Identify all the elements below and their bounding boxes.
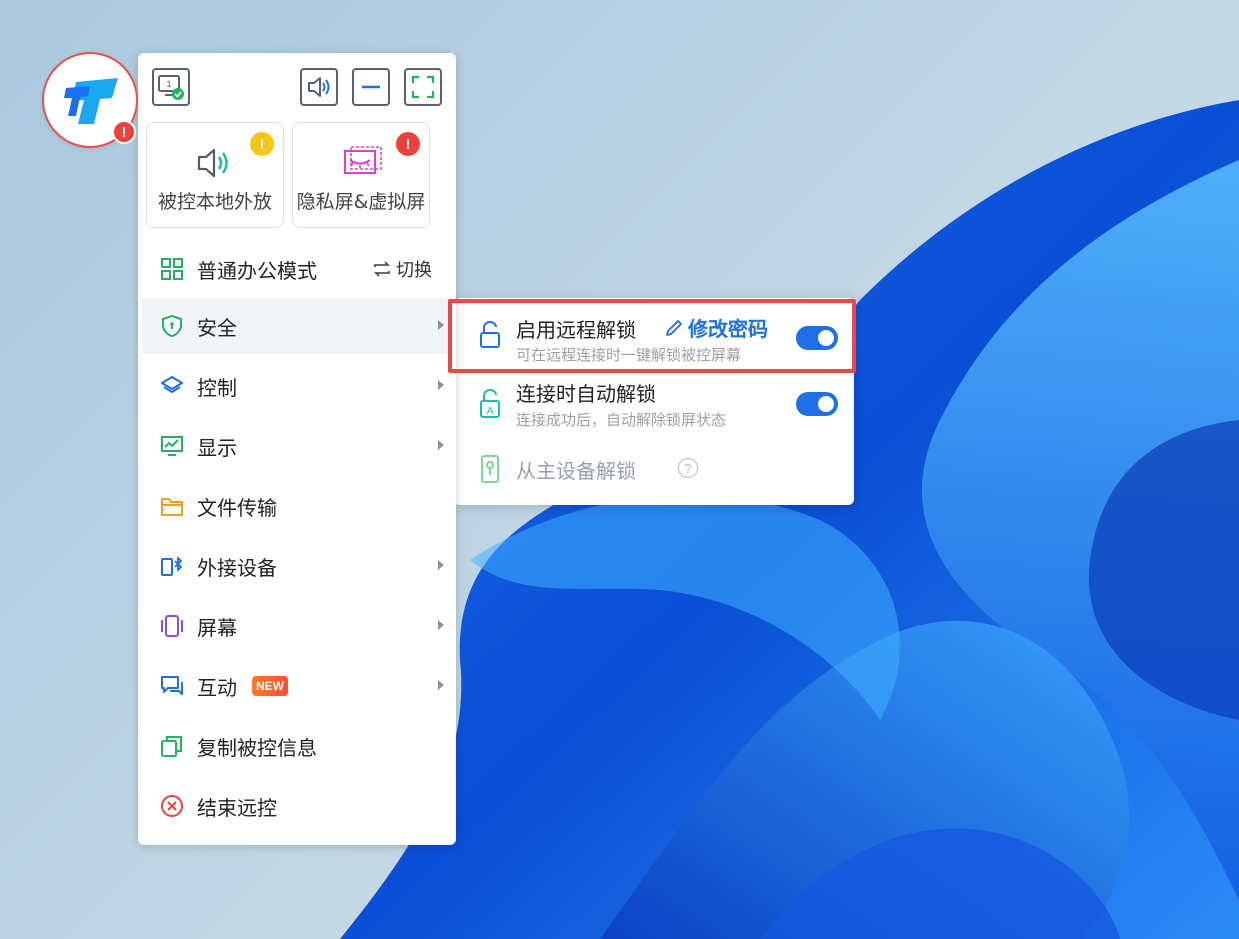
swap-icon: [373, 261, 391, 277]
local-audio-card[interactable]: ! 被控本地外放: [146, 122, 284, 228]
menu-item-control[interactable]: 控制: [142, 358, 452, 414]
remote-unlock-toggle[interactable]: [796, 326, 838, 350]
menu-label: 控制: [197, 376, 237, 400]
menu-label: 外接设备: [197, 556, 277, 580]
minimize-icon: [362, 85, 380, 89]
auto-unlock-title: 连接时自动解锁: [516, 382, 656, 406]
svg-text:1: 1: [166, 79, 171, 89]
chevron-right-icon: [438, 680, 444, 690]
chevron-right-icon: [438, 620, 444, 630]
speaker-sound-icon: [197, 148, 228, 178]
menu-item-security[interactable]: 安全: [142, 298, 452, 354]
office-mode-label: 普通办公模式: [197, 259, 317, 283]
fullscreen-button[interactable]: [404, 68, 442, 106]
chevron-right-icon: [438, 560, 444, 570]
menu-label: 显示: [197, 436, 237, 460]
control-panel: 1 ! 被控本地外放 ! 隐私屏&虚拟屏 普通办公模式 切换 安全 控制 显示 …: [138, 53, 456, 845]
chevron-right-icon: [438, 320, 444, 330]
minimize-button[interactable]: [352, 68, 390, 106]
phone-screen-icon: [161, 615, 183, 637]
volume-button[interactable]: [300, 68, 338, 106]
privacy-screen-card[interactable]: ! 隐私屏&虚拟屏: [292, 122, 430, 228]
privacy-screen-icon: [344, 146, 382, 174]
menu-item-screen[interactable]: 屏幕: [142, 598, 452, 654]
menu-item-copy-info[interactable]: 复制被控信息: [142, 718, 452, 774]
auto-unlock-desc: 连接成功后，自动解除锁屏状态: [516, 411, 727, 429]
todesk-logo-icon: [64, 78, 118, 124]
layers-icon: [161, 376, 183, 393]
fullscreen-icon: [411, 75, 435, 99]
grid-icon: [161, 258, 183, 280]
remote-unlock-desc: 可在远程连接时一键解锁被控屏幕: [516, 346, 742, 364]
menu-label: 文件传输: [197, 496, 277, 520]
logo-alert-badge: !: [112, 120, 136, 144]
monitor-chart-icon: [161, 436, 183, 456]
office-mode-row: 普通办公模式 切换: [142, 241, 452, 297]
menu-label: 结束远控: [197, 796, 277, 820]
chevron-right-icon: [438, 380, 444, 390]
copy-icon: [161, 736, 182, 757]
change-password-label: 修改密码: [688, 317, 768, 341]
menu-label: 屏幕: [197, 616, 237, 640]
menu-item-interaction[interactable]: 互动 NEW: [142, 658, 452, 714]
warning-badge: !: [250, 132, 274, 156]
shield-icon: [162, 314, 182, 338]
alert-badge: !: [396, 132, 420, 156]
switch-mode-button[interactable]: 切换: [372, 256, 432, 282]
main-device-unlock-title: 从主设备解锁: [516, 459, 636, 483]
chat-bubbles-icon: [161, 676, 183, 695]
chevron-right-icon: [438, 440, 444, 450]
auto-unlock-item: A 连接时自动解锁 连接成功后，自动解除锁屏状态: [454, 372, 854, 438]
menu-item-end-remote[interactable]: 结束远控: [142, 778, 452, 834]
auto-unlock-icon: A: [480, 388, 500, 418]
svg-text:A: A: [487, 406, 494, 417]
menu-label: 安全: [197, 316, 237, 340]
monitor-check-icon: 1: [158, 75, 184, 100]
remote-unlock-item: 启用远程解锁 修改密码 可在远程连接时一键解锁被控屏幕: [454, 298, 854, 372]
monitor-switch-button[interactable]: 1: [152, 68, 190, 106]
menu-label: 互动: [197, 676, 237, 700]
bluetooth-device-icon: [161, 555, 183, 576]
auto-unlock-toggle[interactable]: [796, 392, 838, 416]
remote-unlock-title: 启用远程解锁: [516, 318, 636, 342]
help-icon[interactable]: ?: [678, 458, 698, 478]
speaker-icon: [308, 77, 330, 97]
menu-label: 复制被控信息: [197, 736, 317, 760]
new-badge: NEW: [252, 676, 288, 696]
menu-item-display[interactable]: 显示: [142, 418, 452, 474]
folder-icon: [161, 498, 183, 516]
close-circle-icon: [161, 795, 183, 817]
card-label: 隐私屏&虚拟屏: [296, 191, 426, 213]
card-label: 被控本地外放: [157, 191, 272, 213]
phone-key-icon: [481, 455, 499, 483]
change-password-link[interactable]: 修改密码: [664, 313, 768, 342]
main-device-unlock-item[interactable]: 从主设备解锁 ?: [454, 438, 854, 498]
switch-label: 切换: [396, 260, 432, 281]
menu-item-file-transfer[interactable]: 文件传输: [142, 478, 452, 534]
unlock-icon: [480, 320, 500, 348]
security-submenu: 启用远程解锁 修改密码 可在远程连接时一键解锁被控屏幕 A 连接时自动解锁 连接…: [454, 298, 854, 505]
menu-item-external-devices[interactable]: 外接设备: [142, 538, 452, 594]
pencil-icon: [666, 319, 682, 336]
